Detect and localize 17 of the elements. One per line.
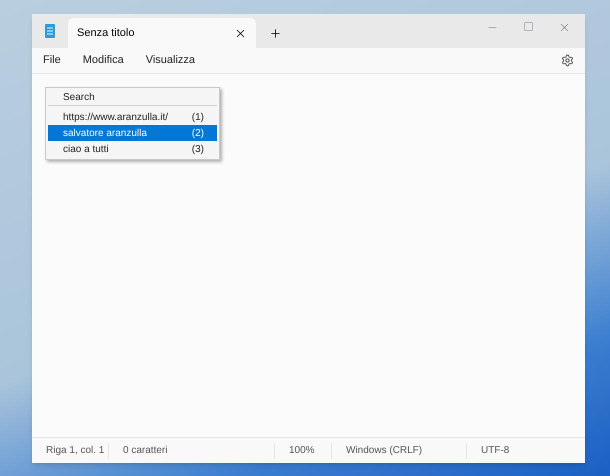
status-text: Windows (CRLF): [346, 444, 422, 458]
menu-item[interactable]: Modifica: [82, 52, 124, 69]
status-text: 100%: [289, 444, 315, 458]
status-text: 0 caratteri: [123, 444, 168, 458]
menu-option[interactable]: salvatore aranzulla (2): [48, 125, 217, 141]
notepad-icon: [45, 24, 55, 38]
tab[interactable]: Senza titolo: [68, 18, 256, 48]
new-tab-icon[interactable]: [268, 26, 282, 40]
settings-icon[interactable]: [561, 54, 574, 67]
menu-option[interactable]: https://www.aranzulla.it/ (1): [48, 109, 217, 125]
menu-item[interactable]: Visualizza: [146, 52, 196, 69]
menu-option[interactable]: ciao a tutti (3): [48, 141, 217, 157]
maximize-icon[interactable]: [523, 21, 534, 32]
status-text: Riga 1, col. 1: [46, 444, 104, 458]
menu-item[interactable]: File: [43, 52, 61, 69]
menu-title: Search: [63, 90, 95, 104]
status-text: UTF-8: [481, 444, 510, 458]
